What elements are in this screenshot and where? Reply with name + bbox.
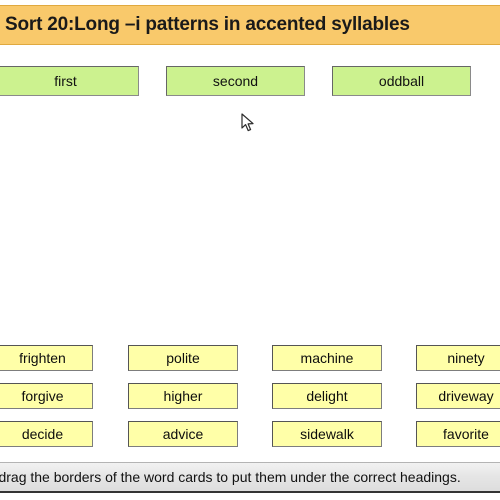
word-card-label: machine xyxy=(300,350,354,366)
word-card[interactable]: delight xyxy=(272,383,382,409)
word-card-label: delight xyxy=(306,388,348,404)
word-card-label: sidewalk xyxy=(300,426,354,442)
word-card[interactable]: advice xyxy=(128,421,238,447)
word-card-label: advice xyxy=(162,426,204,442)
word-card[interactable]: sidewalk xyxy=(272,421,382,447)
word-card-label: driveway xyxy=(438,388,494,404)
word-card[interactable]: forgive xyxy=(0,383,93,409)
word-card[interactable]: driveway xyxy=(416,383,500,409)
word-card[interactable]: decide xyxy=(0,421,93,447)
word-card[interactable]: polite xyxy=(128,345,238,371)
word-card[interactable]: favorite xyxy=(416,421,500,447)
word-card-label: decide xyxy=(21,426,64,442)
word-card-label: forgive xyxy=(21,388,64,404)
instruction-status-bar: Click and drag the borders of the word c… xyxy=(0,462,500,493)
instruction-text: Click and drag the borders of the word c… xyxy=(0,469,461,485)
word-card-label: ninety xyxy=(447,350,485,366)
word-card-label: higher xyxy=(163,388,203,404)
word-card-label: polite xyxy=(166,350,200,366)
word-sort-activity: Sort 20:Long –i patterns in accented syl… xyxy=(0,0,500,500)
word-card-label: favorite xyxy=(443,426,489,442)
word-card[interactable]: ninety xyxy=(416,345,500,371)
word-card[interactable]: machine xyxy=(272,345,382,371)
word-card-label: frighten xyxy=(19,350,66,366)
word-card[interactable]: higher xyxy=(128,383,238,409)
word-card-pool: frighten polite machine ninety forgive h… xyxy=(0,0,500,500)
word-card[interactable]: frighten xyxy=(0,345,93,371)
